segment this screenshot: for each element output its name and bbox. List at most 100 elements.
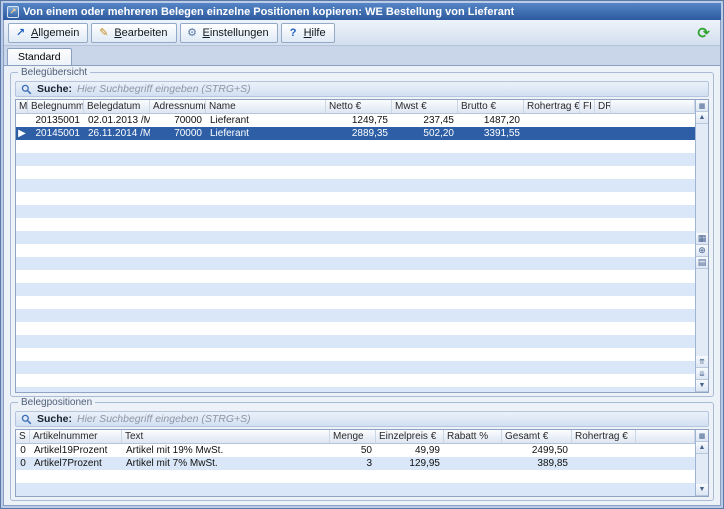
- cell: [28, 179, 84, 192]
- tab-standard[interactable]: Standard: [7, 48, 72, 65]
- column-header[interactable]: Netto €: [326, 100, 392, 113]
- grid-view-icon[interactable]: ▦: [696, 233, 708, 245]
- scroll-down-icon[interactable]: ▼: [696, 380, 708, 392]
- column-header[interactable]: FI: [580, 100, 595, 113]
- cell: [326, 348, 392, 361]
- cell: [458, 244, 524, 257]
- cell: [326, 205, 392, 218]
- cell: [611, 309, 695, 322]
- table-row-empty[interactable]: [16, 192, 695, 205]
- column-header-filler: [611, 100, 695, 113]
- cell: [444, 470, 502, 483]
- table-row-empty[interactable]: [16, 335, 695, 348]
- cell: Lieferant: [206, 114, 326, 127]
- cell: [595, 335, 611, 348]
- cell: [326, 374, 392, 387]
- column-header[interactable]: Adressnummer: [150, 100, 206, 113]
- page-down-icon[interactable]: ⇊: [696, 368, 708, 380]
- cell: [150, 361, 206, 374]
- cell: [392, 231, 458, 244]
- column-header[interactable]: Rohertrag €: [572, 430, 636, 443]
- scroll-up-icon[interactable]: ▲: [696, 112, 708, 124]
- column-header[interactable]: Mwst €: [392, 100, 458, 113]
- cell: [28, 231, 84, 244]
- toolbar-button-einstellungen[interactable]: ⚙Einstellungen: [180, 23, 278, 43]
- table-row-empty[interactable]: [16, 153, 695, 166]
- column-header[interactable]: Menge: [330, 430, 376, 443]
- cell: [580, 153, 595, 166]
- column-header[interactable]: Brutto €: [458, 100, 524, 113]
- table-row-empty[interactable]: [16, 374, 695, 387]
- table-row-empty[interactable]: [16, 309, 695, 322]
- table-row-empty[interactable]: [16, 140, 695, 153]
- table-header-row: MBelegnummerBelegdatumAdressnummerNameNe…: [16, 100, 695, 114]
- column-header[interactable]: Rabatt %: [444, 430, 502, 443]
- column-chooser-icon[interactable]: ▦: [696, 430, 708, 442]
- details-view-icon[interactable]: ▤: [696, 257, 708, 269]
- table-row-empty[interactable]: [16, 470, 695, 483]
- table-row-empty[interactable]: [16, 322, 695, 335]
- scrollbar-track[interactable]: [696, 454, 708, 484]
- table-row-empty[interactable]: [16, 166, 695, 179]
- table-row-empty[interactable]: [16, 387, 695, 392]
- table-row-empty[interactable]: [16, 218, 695, 231]
- zoom-icon[interactable]: ⊕: [696, 245, 708, 257]
- table-row-empty[interactable]: [16, 205, 695, 218]
- refresh-icon[interactable]: ⟳: [697, 24, 710, 42]
- cell: 3: [330, 457, 376, 470]
- column-header[interactable]: Einzelpreis €: [376, 430, 444, 443]
- table-row-empty[interactable]: [16, 244, 695, 257]
- table-row-empty[interactable]: [16, 270, 695, 283]
- cell: [16, 309, 28, 322]
- column-header[interactable]: S: [16, 430, 30, 443]
- page-up-icon[interactable]: ⇈: [696, 356, 708, 368]
- titlebar[interactable]: ↗ Von einem oder mehreren Belegen einzel…: [3, 3, 721, 20]
- table-row[interactable]: 0Artikel19ProzentArtikel mit 19% MwSt.50…: [16, 444, 695, 457]
- column-chooser-icon[interactable]: ▦: [696, 100, 708, 112]
- belegpositionen-search-input[interactable]: Suche: Hier Suchbegriff eingeben (STRG+S…: [15, 411, 709, 427]
- cell: [150, 309, 206, 322]
- cell: 70000: [150, 127, 206, 140]
- table-row-empty[interactable]: [16, 179, 695, 192]
- cell: [611, 218, 695, 231]
- table-row[interactable]: ▶2014500126.11.2014 /M70000Lieferant2889…: [16, 127, 695, 140]
- cell: [206, 374, 326, 387]
- column-header[interactable]: M: [16, 100, 28, 113]
- cell: [326, 244, 392, 257]
- cell: [206, 231, 326, 244]
- cell: [524, 231, 580, 244]
- scroll-down-icon[interactable]: ▼: [696, 484, 708, 496]
- column-header[interactable]: DR: [595, 100, 611, 113]
- scrollbar-track-lower[interactable]: [696, 269, 708, 356]
- cell: [611, 192, 695, 205]
- column-header[interactable]: Belegdatum: [84, 100, 150, 113]
- column-header[interactable]: Text: [122, 430, 330, 443]
- column-header[interactable]: Gesamt €: [502, 430, 572, 443]
- cell: [458, 283, 524, 296]
- cell: [458, 296, 524, 309]
- toolbar-button-hilfe[interactable]: ?Hilfe: [281, 23, 335, 43]
- cell: [150, 205, 206, 218]
- table-row[interactable]: 2013500102.01.2013 /M70000Lieferant1249,…: [16, 114, 695, 127]
- column-header[interactable]: Rohertrag €: [524, 100, 580, 113]
- table-row-empty[interactable]: [16, 231, 695, 244]
- scroll-up-icon[interactable]: ▲: [696, 442, 708, 454]
- cell: [611, 114, 695, 127]
- table-row-empty[interactable]: [16, 296, 695, 309]
- table-row-empty[interactable]: [16, 361, 695, 374]
- table-row[interactable]: 0Artikel7ProzentArtikel mit 7% MwSt.3129…: [16, 457, 695, 470]
- cell: [392, 309, 458, 322]
- column-header[interactable]: Belegnummer: [28, 100, 84, 113]
- table-row-empty[interactable]: [16, 483, 695, 496]
- scrollbar-track[interactable]: [696, 124, 708, 233]
- beleguebersicht-search-input[interactable]: Suche: Hier Suchbegriff eingeben (STRG+S…: [15, 81, 709, 97]
- table-row-empty[interactable]: [16, 283, 695, 296]
- table-row-empty[interactable]: [16, 348, 695, 361]
- cell: 50: [330, 444, 376, 457]
- toolbar-button-bearbeiten[interactable]: ✎Bearbeiten: [91, 23, 176, 43]
- column-header[interactable]: Name: [206, 100, 326, 113]
- column-header[interactable]: Artikelnummer: [30, 430, 122, 443]
- table-row-empty[interactable]: [16, 257, 695, 270]
- toolbar-button-allgemein[interactable]: ↗Allgemein: [8, 23, 88, 43]
- belegpositionen-group-label: Belegpositionen: [18, 397, 95, 408]
